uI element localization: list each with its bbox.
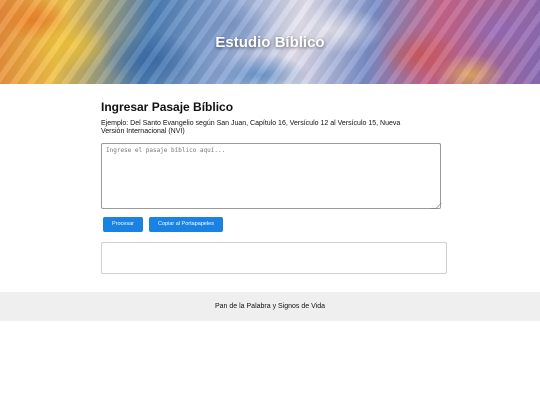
passage-input[interactable]	[101, 143, 441, 209]
page: Estudio Bíblico Ingresar Pasaje Bíblico …	[0, 0, 540, 405]
process-button[interactable]: Procesar	[103, 217, 143, 232]
result-output	[101, 242, 447, 274]
example-text: Ejemplo: Del Santo Evangelio según San J…	[101, 120, 401, 135]
header-banner: Estudio Bíblico	[0, 0, 540, 84]
section-title: Ingresar Pasaje Bíblico	[101, 100, 234, 114]
copy-to-clipboard-button[interactable]: Copiar al Portapapeles	[149, 217, 223, 232]
footer-text: Pan de la Palabra y Signos de Vida	[214, 303, 325, 310]
main-content: Ingresar Pasaje Bíblico Ejemplo: Del San…	[101, 100, 447, 274]
footer: Pan de la Palabra y Signos de Vida	[0, 292, 540, 321]
page-title: Estudio Bíblico	[215, 34, 325, 51]
